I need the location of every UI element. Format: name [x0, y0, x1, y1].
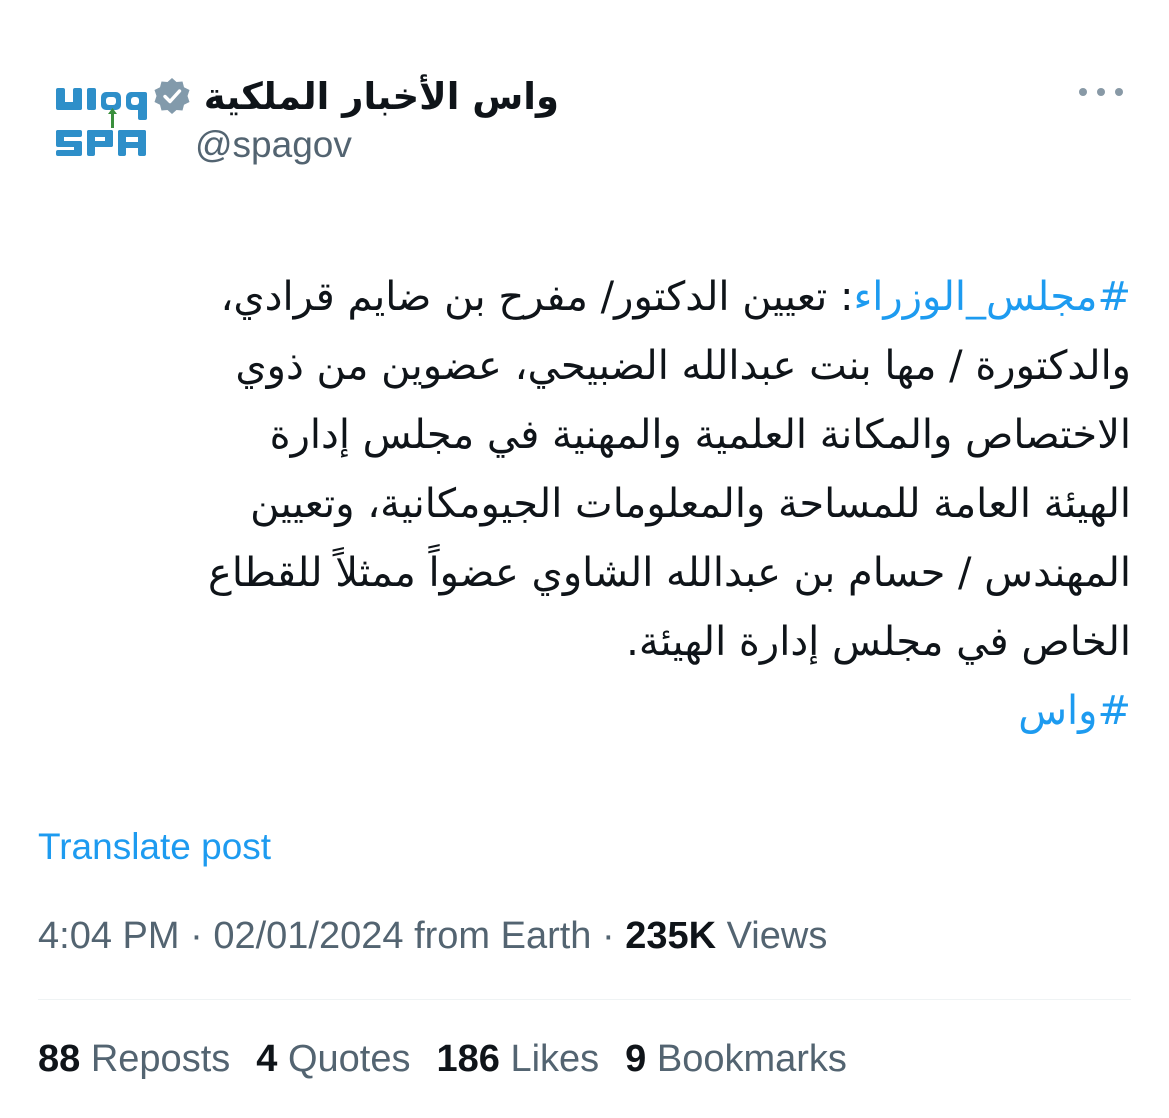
quotes-label: Quotes [287, 1038, 411, 1080]
post-line: الهيئة العامة للمساحة والمعلومات الجيومك… [250, 481, 1131, 527]
post-time[interactable]: 4:04 PM [38, 915, 180, 957]
likes-label: Likes [510, 1038, 600, 1080]
post-text-fragment: : تعيين الدكتور/ مفرح بن ضايم قرادي، [220, 274, 854, 320]
post-line: #مجلس_الوزراء: تعيين الدكتور/ مفرح بن ضا… [31, 263, 1131, 332]
meta-separator: · [602, 915, 615, 957]
post-line: المهندس / حسام بن عبدالله الشاوي عضواً م… [208, 550, 1131, 596]
post-location: from Earth [414, 915, 592, 957]
author-avatar[interactable] [40, 62, 170, 192]
author-name-row[interactable]: واس الأخبار الملكية [152, 68, 559, 124]
tweet: واس الأخبار الملكية @spagov #مجلس_الوزرا… [0, 0, 1169, 1118]
translate-post-link[interactable]: Translate post [38, 826, 271, 868]
views-label: Views [726, 915, 828, 957]
post-line: الخاص في مجلس إدارة الهيئة. [626, 619, 1131, 665]
bookmarks-label: Bookmarks [656, 1038, 847, 1080]
verified-badge-icon [154, 78, 190, 114]
spa-logo-icon [56, 88, 147, 156]
likes-count: 186 [436, 1038, 500, 1080]
more-button[interactable] [1071, 74, 1131, 110]
bookmarks-stat[interactable]: 9 Bookmarks [625, 1038, 847, 1081]
post-line: والدكتورة / مها بنت عبدالله الضبيحي، عضو… [235, 343, 1131, 389]
more-horizontal-icon [1079, 88, 1123, 96]
reposts-label: Reposts [90, 1038, 231, 1080]
post-date[interactable]: 02/01/2024 [213, 915, 403, 957]
views-count: 235K [625, 915, 717, 957]
post-line: #واس [31, 677, 1131, 746]
post-stats: 88 Reposts 4 Quotes 186 Likes 9 Bookmark… [38, 1038, 847, 1081]
likes-stat[interactable]: 186 Likes [436, 1038, 599, 1081]
quotes-stat[interactable]: 4 Quotes [256, 1038, 410, 1081]
reposts-stat[interactable]: 88 Reposts [38, 1038, 230, 1081]
post-meta: 4:04 PM · 02/01/2024 from Earth · 235K V… [38, 915, 827, 958]
quotes-count: 4 [256, 1038, 278, 1080]
post-text: #مجلس_الوزراء: تعيين الدكتور/ مفرح بن ضا… [31, 263, 1131, 746]
post-line: الاختصاص والمكانة العلمية والمهنية في مج… [269, 412, 1131, 458]
author-handle[interactable]: @spagov [195, 124, 352, 166]
author-name: واس الأخبار الملكية [203, 74, 559, 118]
meta-separator: · [190, 915, 203, 957]
bookmarks-count: 9 [625, 1038, 647, 1080]
hashtag-link[interactable]: #مجلس_الوزراء [853, 274, 1131, 320]
divider [38, 999, 1131, 1000]
hashtag-link[interactable]: #واس [1018, 688, 1131, 734]
reposts-count: 88 [38, 1038, 81, 1080]
